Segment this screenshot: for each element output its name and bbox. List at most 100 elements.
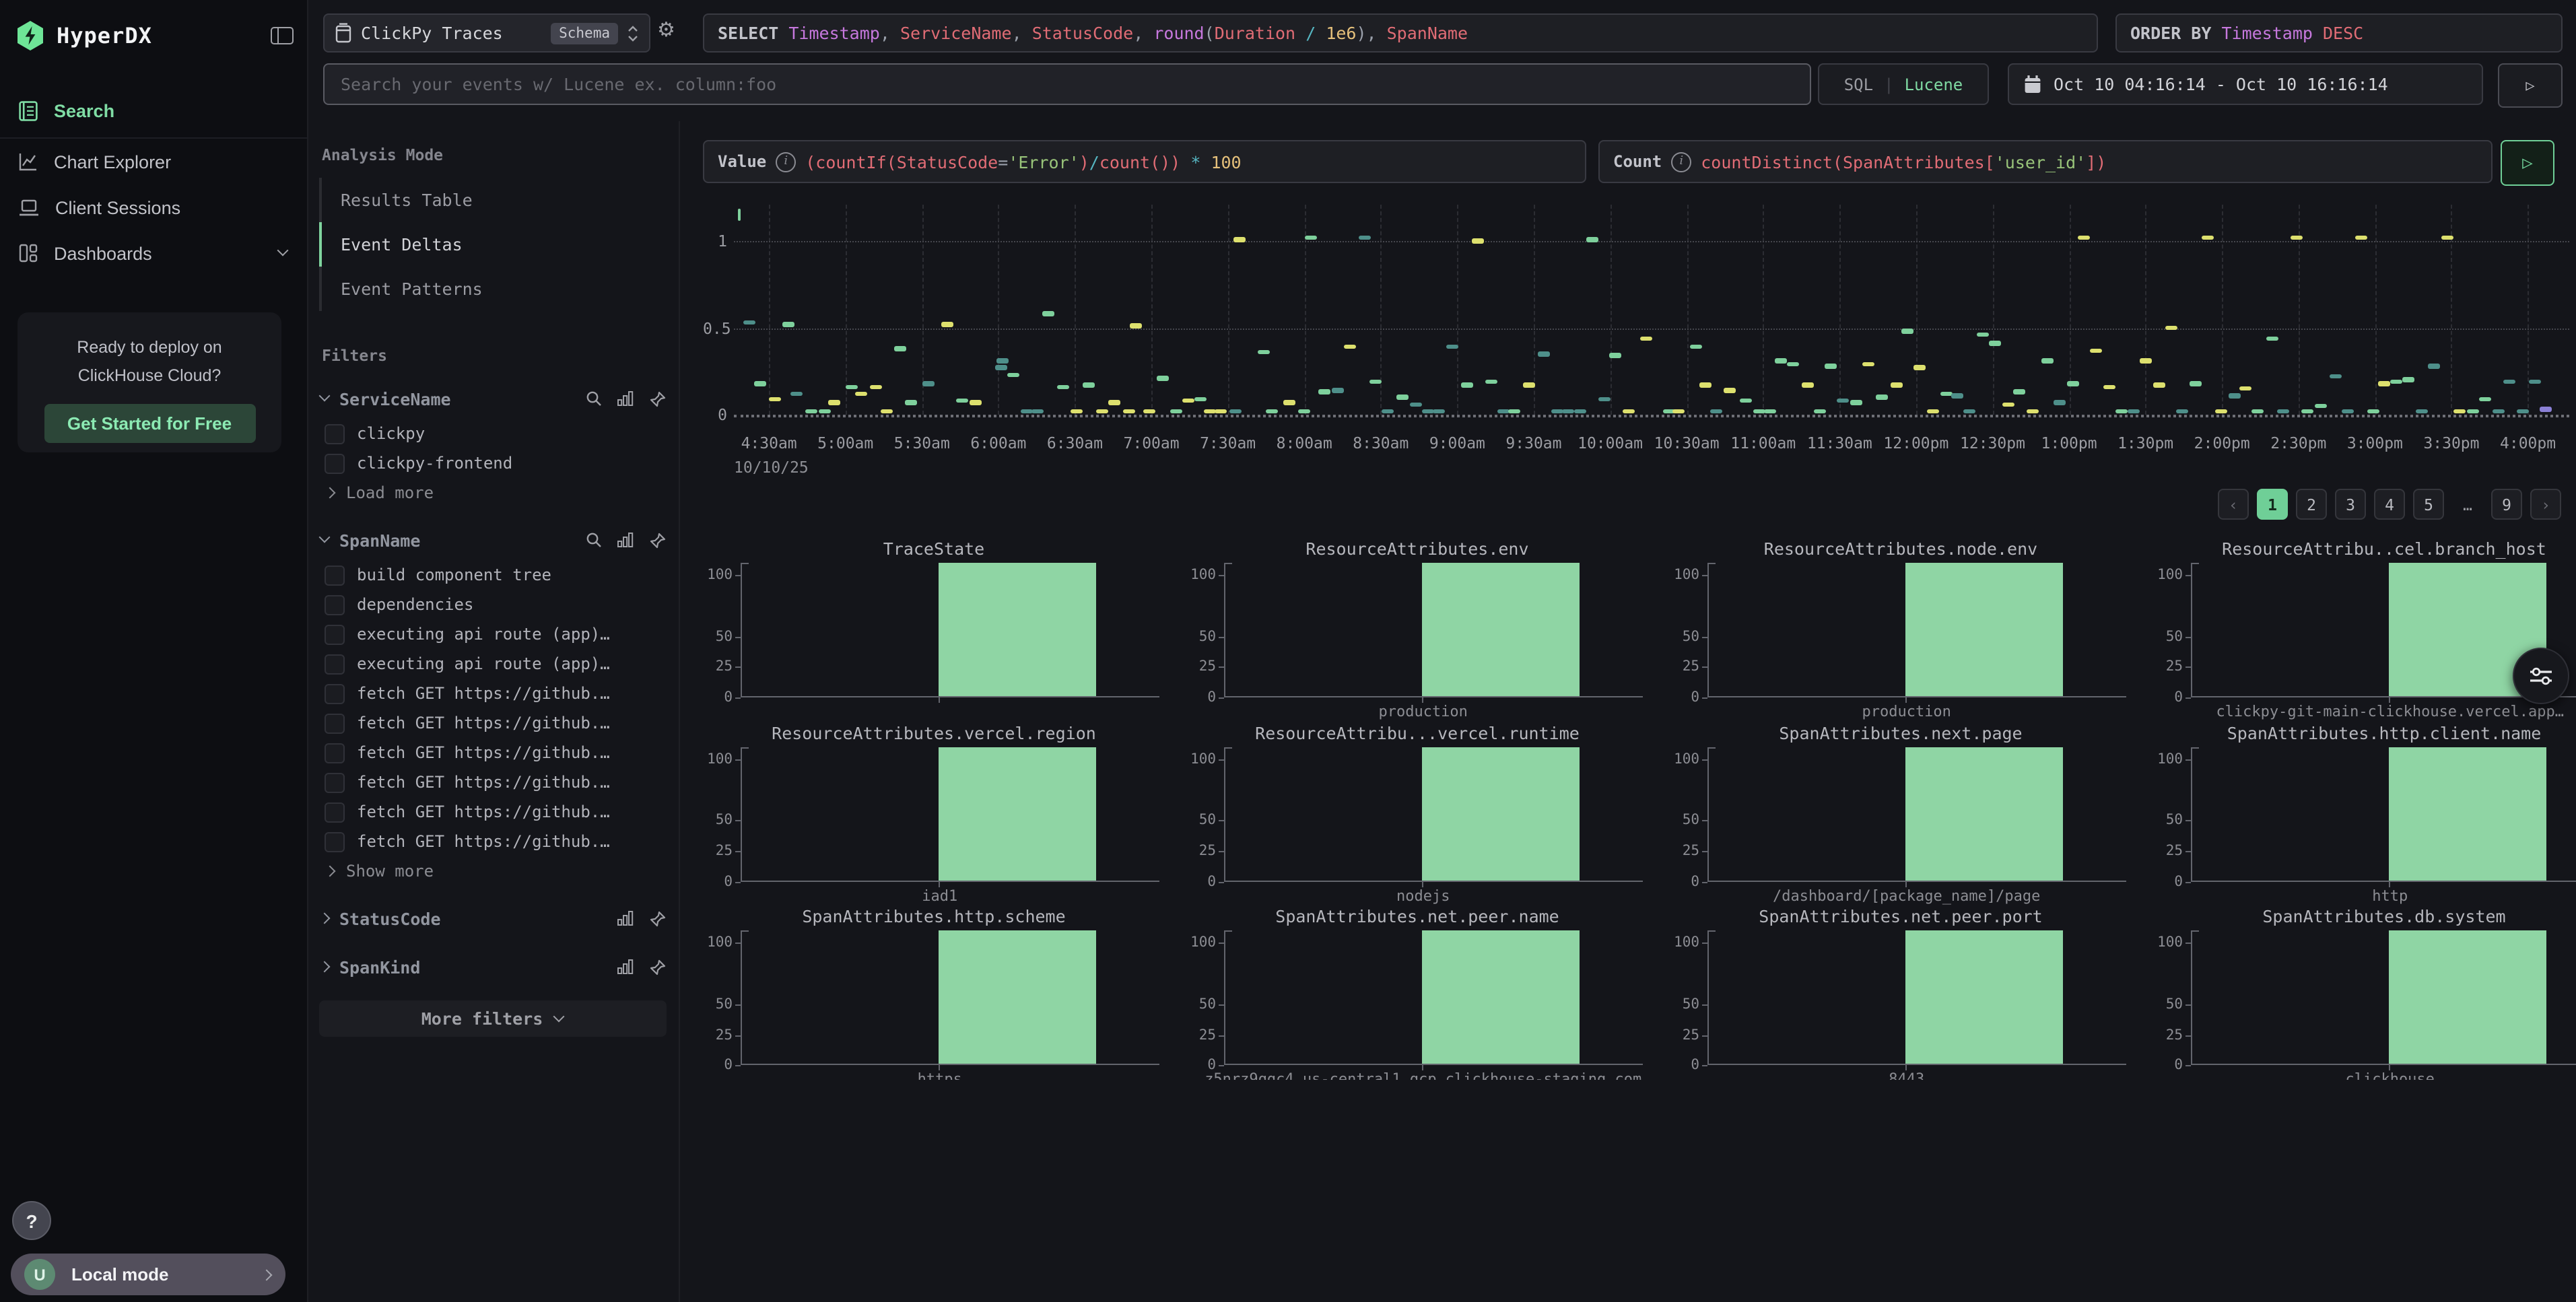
checkbox[interactable] bbox=[325, 565, 345, 585]
pin-icon[interactable] bbox=[649, 531, 667, 549]
help-button[interactable]: ? bbox=[12, 1201, 51, 1240]
page-button-›[interactable]: › bbox=[2530, 489, 2561, 520]
select-clause-input[interactable]: SELECT Timestamp, ServiceName, StatusCod… bbox=[703, 13, 2098, 53]
page-button-‹[interactable]: ‹ bbox=[2218, 489, 2249, 520]
filter-value-row[interactable]: clickpy-frontend bbox=[319, 448, 667, 478]
filter-load-more[interactable]: Load more bbox=[319, 478, 667, 506]
facet-chart[interactable]: ResourceAttribu...vercel.runtime10050250… bbox=[1186, 722, 1648, 895]
filter-value-row[interactable]: fetch GET https://github.… bbox=[319, 797, 667, 827]
filter-value-row[interactable]: fetch GET https://github.… bbox=[319, 827, 667, 856]
facet-chart[interactable]: SpanAttributes.db.system10050250clickhou… bbox=[2153, 907, 2576, 1079]
chart-settings-fab[interactable] bbox=[2513, 648, 2569, 704]
search-icon[interactable] bbox=[586, 532, 602, 548]
collapse-sidebar-icon[interactable] bbox=[271, 26, 294, 44]
count-expression-input[interactable]: Count i countDistinct(SpanAttributes['us… bbox=[1598, 140, 2493, 183]
sidebar-item-chart-explorer[interactable]: Chart Explorer bbox=[0, 139, 307, 184]
checkbox[interactable] bbox=[325, 683, 345, 704]
gridline-x bbox=[1992, 205, 1994, 415]
mode-event-patterns[interactable]: Event Patterns bbox=[319, 267, 667, 311]
sql-toggle-label[interactable]: SQL bbox=[1844, 75, 1873, 94]
filter-value-row[interactable]: executing api route (app)… bbox=[319, 619, 667, 649]
bar-chart-icon[interactable] bbox=[617, 390, 634, 407]
page-button-5[interactable]: 5 bbox=[2413, 489, 2444, 520]
mode-results-table[interactable]: Results Table bbox=[319, 178, 667, 222]
facet-chart[interactable]: ResourceAttributes.node.env10050250produ… bbox=[1670, 539, 2132, 711]
local-mode-menu[interactable]: U Local mode bbox=[11, 1254, 285, 1295]
dash-mark bbox=[1369, 380, 1381, 384]
bar-chart-icon[interactable] bbox=[617, 910, 634, 926]
facet-title: ResourceAttribu...vercel.runtime bbox=[1186, 722, 1648, 741]
gridline-x bbox=[2146, 205, 2147, 415]
dash-mark bbox=[827, 400, 840, 405]
facet-chart[interactable]: SpanAttributes.next.page10050250/dashboa… bbox=[1670, 722, 2132, 895]
facet-charts-grid: TraceState10050250ResourceAttributes.env… bbox=[703, 539, 2576, 1080]
checkbox[interactable] bbox=[325, 743, 345, 763]
page-button-1[interactable]: 1 bbox=[2257, 489, 2288, 520]
facet-chart[interactable]: TraceState10050250 bbox=[703, 539, 1165, 711]
search-icon[interactable] bbox=[586, 390, 602, 407]
pin-icon[interactable] bbox=[649, 390, 667, 407]
checkbox[interactable] bbox=[325, 624, 345, 644]
facet-tick bbox=[2185, 667, 2191, 669]
search-run-button[interactable]: ▷ bbox=[2498, 63, 2563, 108]
dash-mark bbox=[1901, 329, 1913, 334]
filter-group-header[interactable]: ServiceName bbox=[319, 384, 667, 413]
gear-icon[interactable]: ⚙ bbox=[657, 18, 675, 42]
checkbox[interactable] bbox=[325, 713, 345, 733]
page-button-4[interactable]: 4 bbox=[2374, 489, 2405, 520]
checkbox[interactable] bbox=[325, 423, 345, 444]
page-button-2[interactable]: 2 bbox=[2296, 489, 2327, 520]
facet-chart[interactable]: SpanAttributes.net.peer.port100502508443 bbox=[1670, 907, 2132, 1079]
dash-mark bbox=[1699, 383, 1711, 388]
filter-value-row[interactable]: dependencies bbox=[319, 590, 667, 619]
page-button-3[interactable]: 3 bbox=[2335, 489, 2366, 520]
pin-icon[interactable] bbox=[649, 958, 667, 975]
dash-mark bbox=[2480, 397, 2492, 401]
facet-chart[interactable]: SpanAttributes.net.peer.name10050250z5nr… bbox=[1186, 907, 1648, 1079]
checkbox[interactable] bbox=[325, 831, 345, 852]
pin-icon[interactable] bbox=[649, 910, 667, 927]
source-select[interactable]: ClickPy Traces Schema bbox=[323, 13, 650, 53]
event-deltas-chart[interactable]: 00.51 4:30am5:00am5:30am6:00am6:30am7:00… bbox=[703, 197, 2576, 482]
filter-load-more[interactable]: Show more bbox=[319, 856, 667, 885]
search-input[interactable] bbox=[323, 63, 1811, 105]
filter-value-row[interactable]: fetch GET https://github.… bbox=[319, 708, 667, 738]
value-expression-input[interactable]: Value i (countIf(StatusCode='Error')/cou… bbox=[703, 140, 1586, 183]
filter-group-header[interactable]: StatusCode bbox=[319, 903, 667, 933]
page-button-9[interactable]: 9 bbox=[2491, 489, 2522, 520]
dash-mark bbox=[905, 400, 917, 405]
run-query-button[interactable]: ▷ bbox=[2501, 140, 2554, 186]
bar-chart-icon[interactable] bbox=[617, 532, 634, 548]
filter-group-header[interactable]: SpanName bbox=[319, 525, 667, 555]
facet-chart[interactable]: ResourceAttribu..cel.branch_host10050250… bbox=[2153, 539, 2576, 711]
language-toggle[interactable]: SQL | Lucene bbox=[1818, 63, 1989, 105]
more-filters-button[interactable]: More filters bbox=[319, 1000, 667, 1037]
filter-value-row[interactable]: executing api route (app)… bbox=[319, 649, 667, 679]
get-started-button[interactable]: Get Started for Free bbox=[44, 404, 255, 443]
lucene-toggle-label[interactable]: Lucene bbox=[1905, 75, 1963, 94]
sidebar-item-client-sessions[interactable]: Client Sessions bbox=[0, 184, 307, 230]
filter-value-row[interactable]: fetch GET https://github.… bbox=[319, 738, 667, 767]
facet-chart[interactable]: ResourceAttributes.vercel.region10050250… bbox=[703, 722, 1165, 895]
checkbox[interactable] bbox=[325, 772, 345, 792]
gridline-x bbox=[998, 205, 1000, 415]
sidebar-item-search[interactable]: Search bbox=[0, 83, 307, 139]
facet-chart[interactable]: ResourceAttributes.env10050250production bbox=[1186, 539, 1648, 711]
mode-event-deltas[interactable]: Event Deltas bbox=[319, 222, 667, 267]
bar-chart-icon[interactable] bbox=[617, 959, 634, 975]
order-by-input[interactable]: ORDER BY Timestamp DESC bbox=[2115, 13, 2563, 53]
checkbox[interactable] bbox=[325, 654, 345, 674]
sidebar-item-dashboards[interactable]: Dashboards bbox=[0, 230, 307, 276]
facet-chart[interactable]: SpanAttributes.http.scheme10050250https bbox=[703, 907, 1165, 1079]
filter-value-row[interactable]: fetch GET https://github.… bbox=[319, 679, 667, 708]
brand-title: HyperDX bbox=[57, 22, 152, 48]
filter-value-row[interactable]: build component tree bbox=[319, 560, 667, 590]
filter-value-row[interactable]: fetch GET https://github.… bbox=[319, 767, 667, 797]
checkbox[interactable] bbox=[325, 802, 345, 822]
filter-group-header[interactable]: SpanKind bbox=[319, 952, 667, 982]
date-range-picker[interactable]: Oct 10 04:16:14 - Oct 10 16:16:14 bbox=[2008, 63, 2483, 105]
filter-value-row[interactable]: clickpy bbox=[319, 419, 667, 448]
checkbox[interactable] bbox=[325, 594, 345, 615]
facet-chart[interactable]: SpanAttributes.http.client.name10050250h… bbox=[2153, 722, 2576, 895]
checkbox[interactable] bbox=[325, 453, 345, 473]
